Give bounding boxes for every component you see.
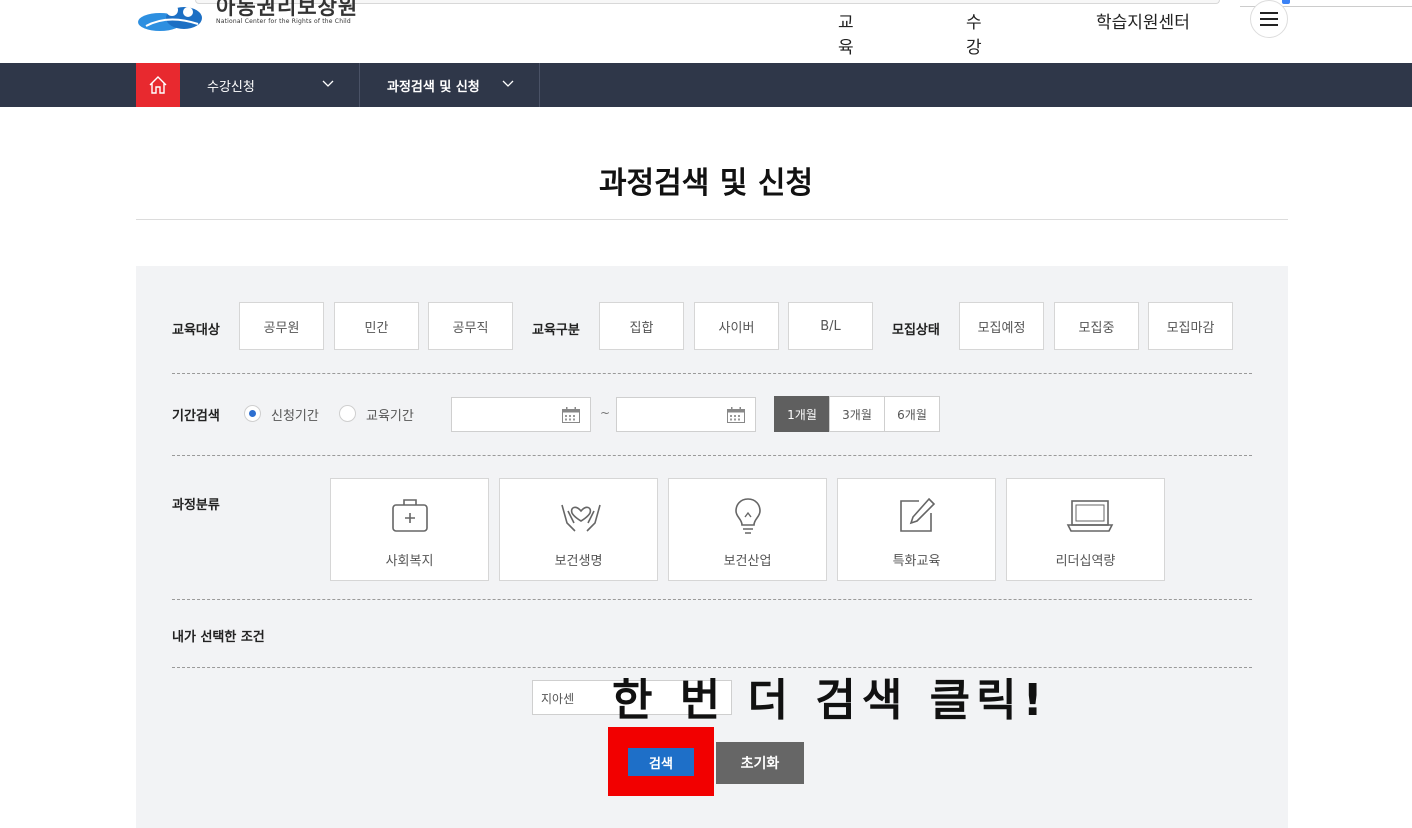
category-label: 과정분류 xyxy=(172,498,220,513)
lightbulb-icon xyxy=(735,498,761,534)
home-icon xyxy=(149,76,167,94)
status-chip[interactable]: 모집예정 xyxy=(959,302,1044,350)
period-6month-button[interactable]: 6개월 xyxy=(884,396,940,432)
row-divider xyxy=(172,373,1252,374)
status-chip[interactable]: 모집마감 xyxy=(1148,302,1233,350)
chevron-down-icon xyxy=(322,80,334,87)
top-header: 아동권리보장원 National Center for the Rights o… xyxy=(0,0,1412,108)
category-name: 특화교육 xyxy=(892,554,941,569)
nav-dropdown-search[interactable]: 과정검색 및 신청 xyxy=(360,63,540,107)
period-1month-button[interactable]: 1개월 xyxy=(774,396,830,432)
radio-edu-period[interactable] xyxy=(339,405,356,422)
category-name: 보건생명 xyxy=(554,554,603,569)
nav-dropdown-search-label: 과정검색 및 신청 xyxy=(387,79,480,95)
target-label: 교육대상 xyxy=(172,323,220,338)
gnb-learning-center[interactable]: 학습지원센터 xyxy=(1096,8,1190,33)
category-social-welfare[interactable]: 사회복지 xyxy=(330,478,489,581)
instruction-overlay: 한 번 더 검색 클릭! xyxy=(612,675,1049,726)
selected-conditions-label: 내가 선택한 조건 xyxy=(172,630,265,645)
type-chip[interactable]: B/L xyxy=(788,302,873,350)
row-divider xyxy=(172,455,1252,456)
nav-dropdown-apply[interactable]: 수강신청 xyxy=(180,63,360,107)
calendar-icon[interactable] xyxy=(727,407,745,423)
radio-apply-period[interactable] xyxy=(244,405,261,422)
target-chip[interactable]: 민간 xyxy=(334,302,419,350)
category-name: 보건산업 xyxy=(723,554,772,569)
status-chip[interactable]: 모집중 xyxy=(1054,302,1139,350)
scroll-marker xyxy=(1282,0,1290,4)
home-button[interactable] xyxy=(136,63,180,107)
site-logo[interactable]: 아동권리보장원 National Center for the Rights o… xyxy=(138,0,358,34)
medical-kit-icon xyxy=(392,499,428,532)
end-date-input[interactable] xyxy=(616,397,756,432)
category-health-life[interactable]: 보건생명 xyxy=(499,478,658,581)
page-title: 과정검색 및 신청 xyxy=(598,166,814,201)
period-3month-button[interactable]: 3개월 xyxy=(829,396,885,432)
type-chip[interactable]: 집합 xyxy=(599,302,684,350)
logo-korean-text: 아동권리보장원 xyxy=(216,0,359,19)
period-label: 기간검색 xyxy=(172,409,220,424)
type-chip[interactable]: 사이버 xyxy=(694,302,779,350)
chevron-down-icon xyxy=(502,80,514,87)
calendar-icon[interactable] xyxy=(562,407,580,423)
target-chip[interactable]: 공무원 xyxy=(239,302,324,350)
hands-heart-icon xyxy=(561,504,601,532)
laptop-icon xyxy=(1066,500,1114,532)
category-leadership[interactable]: 리더십역량 xyxy=(1006,478,1165,581)
target-chip[interactable]: 공무직 xyxy=(428,302,513,350)
location-bar: 수강신청 과정검색 및 신청 xyxy=(0,63,1412,107)
date-range-tilde: ~ xyxy=(600,406,611,420)
start-date-input[interactable] xyxy=(451,397,591,432)
radio-apply-label: 신청기간 xyxy=(271,409,319,424)
category-name: 리더십역량 xyxy=(1055,554,1116,569)
hamburger-icon xyxy=(1260,12,1278,26)
radio-edu-label: 교육기간 xyxy=(366,409,414,424)
hamburger-menu-button[interactable] xyxy=(1250,0,1288,38)
status-label: 모집상태 xyxy=(892,323,940,338)
reset-button[interactable]: 초기화 xyxy=(716,742,804,784)
category-health-industry[interactable]: 보건산업 xyxy=(668,478,827,581)
logo-emblem-icon xyxy=(138,0,210,32)
category-special-education[interactable]: 특화교육 xyxy=(837,478,996,581)
edit-pencil-icon xyxy=(900,497,936,532)
row-divider xyxy=(172,599,1252,600)
category-name: 사회복지 xyxy=(385,554,434,569)
type-label: 교육구분 xyxy=(532,323,580,338)
logo-english-text: National Center for the Rights of the Ch… xyxy=(216,18,351,25)
title-divider xyxy=(136,219,1288,220)
nav-dropdown-apply-label: 수강신청 xyxy=(207,79,255,95)
search-button[interactable]: 검색 xyxy=(628,748,694,776)
